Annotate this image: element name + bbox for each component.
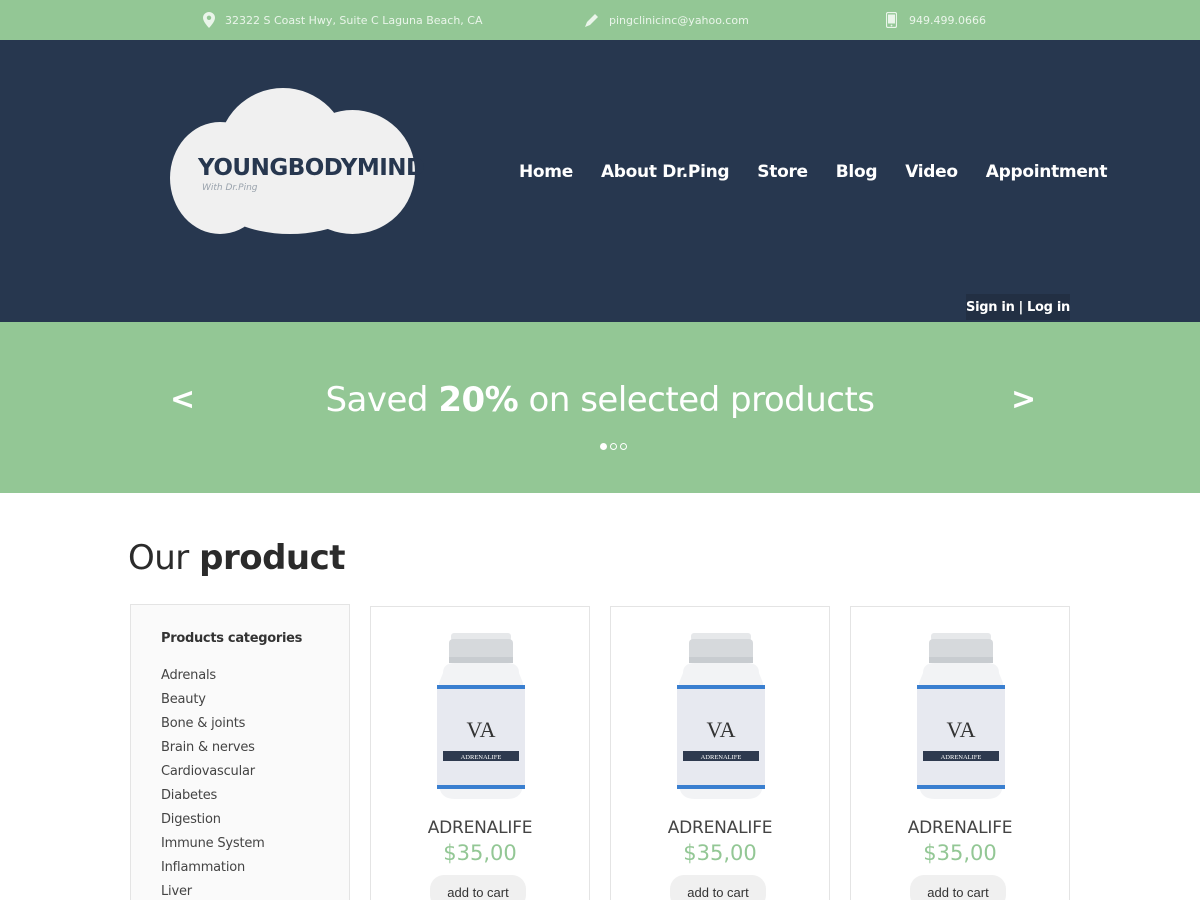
svg-text:VA: VA [467, 717, 496, 742]
slider-dot[interactable] [600, 443, 607, 450]
categories-heading: Products categories [161, 631, 303, 646]
pencil-icon [585, 13, 598, 27]
bottle-label: ADRENALIFE [941, 754, 982, 761]
product-bottle-image[interactable]: VA ADRENALIFE [673, 633, 769, 801]
add-to-cart-button[interactable]: add to cart [910, 875, 1006, 900]
headline-post: on selected products [528, 380, 875, 420]
address-text: 32322 S Coast Hwy, Suite C Laguna Beach,… [225, 13, 483, 27]
product-card[interactable]: VA ADRENALIFE ADRENALIFE $35,00 add to c… [370, 606, 590, 900]
category-item[interactable]: Liver [161, 880, 265, 900]
bottle-label: ADRENALIFE [701, 754, 742, 761]
nav-about[interactable]: About Dr.Ping [601, 162, 730, 182]
product-bottle-image[interactable]: VA ADRENALIFE [913, 633, 1009, 801]
category-item[interactable]: Beauty [161, 688, 265, 712]
headline-discount: 20% [438, 380, 519, 420]
logo-title[interactable]: YOUNGBODYMIND [198, 155, 425, 181]
category-item[interactable]: Adrenals [161, 664, 265, 688]
slider-dots [600, 443, 627, 450]
product-price: $35,00 [683, 841, 757, 865]
add-to-cart-button[interactable]: add to cart [670, 875, 766, 900]
category-item[interactable]: Brain & nerves [161, 736, 265, 760]
contact-phone[interactable]: 949.499.0666 [886, 0, 986, 40]
svg-text:VA: VA [947, 717, 976, 742]
main-nav: Home About Dr.Ping Store Blog Video Appo… [519, 162, 1107, 182]
slider-dot[interactable] [620, 443, 627, 450]
contact-bar: 32322 S Coast Hwy, Suite C Laguna Beach,… [0, 0, 1200, 40]
product-price: $35,00 [443, 841, 517, 865]
svg-text:VA: VA [707, 717, 736, 742]
phone-icon [886, 12, 897, 28]
category-item[interactable]: Inflammation [161, 856, 265, 880]
bottle-label: ADRENALIFE [461, 754, 502, 761]
auth-separator: | [1018, 299, 1024, 315]
site-header: YOUNGBODYMIND With Dr.Ping Home About Dr… [0, 40, 1200, 322]
section-title: Our product [128, 538, 346, 578]
product-card[interactable]: VA ADRENALIFE ADRENALIFE $35,00 add to c… [610, 606, 830, 900]
email-link[interactable]: pingclinicinc@yahoo.com [609, 14, 749, 27]
product-name[interactable]: ADRENALIFE [611, 818, 829, 838]
product-name[interactable]: ADRENALIFE [371, 818, 589, 838]
slider-next-button[interactable]: > [1011, 382, 1036, 417]
category-item[interactable]: Cardiovascular [161, 760, 265, 784]
product-name[interactable]: ADRENALIFE [851, 818, 1069, 838]
contact-email[interactable]: pingclinicinc@yahoo.com [584, 0, 749, 40]
nav-video[interactable]: Video [905, 162, 958, 182]
category-item[interactable]: Bone & joints [161, 712, 265, 736]
contact-address: 32322 S Coast Hwy, Suite C Laguna Beach,… [203, 0, 483, 40]
nav-home[interactable]: Home [519, 162, 573, 182]
category-item[interactable]: Diabetes [161, 784, 265, 808]
product-card[interactable]: VA ADRENALIFE ADRENALIFE $35,00 add to c… [850, 606, 1070, 900]
section-title-bold: product [199, 538, 346, 578]
product-price: $35,00 [923, 841, 997, 865]
auth-box: Sign in | Log in [966, 294, 1070, 320]
nav-store[interactable]: Store [757, 162, 808, 182]
nav-blog[interactable]: Blog [836, 162, 878, 182]
category-item[interactable]: Immune System [161, 832, 265, 856]
logo-subtitle: With Dr.Ping [202, 183, 258, 193]
phone-link[interactable]: 949.499.0666 [909, 14, 986, 27]
category-list: Adrenals Beauty Bone & joints Brain & ne… [161, 664, 265, 900]
signin-link[interactable]: Sign in [966, 300, 1015, 315]
categories-sidebar: Products categories Adrenals Beauty Bone… [130, 604, 350, 900]
product-bottle-image[interactable]: VA ADRENALIFE [433, 633, 529, 801]
login-link[interactable]: Log in [1027, 300, 1070, 315]
location-pin-icon [203, 12, 215, 28]
slider-dot[interactable] [610, 443, 617, 450]
headline-pre: Saved [325, 380, 429, 420]
promo-slider: < Saved 20% on selected products > [0, 322, 1200, 493]
section-title-light: Our [128, 538, 189, 578]
nav-appointment[interactable]: Appointment [986, 162, 1108, 182]
category-item[interactable]: Digestion [161, 808, 265, 832]
add-to-cart-button[interactable]: add to cart [430, 875, 526, 900]
